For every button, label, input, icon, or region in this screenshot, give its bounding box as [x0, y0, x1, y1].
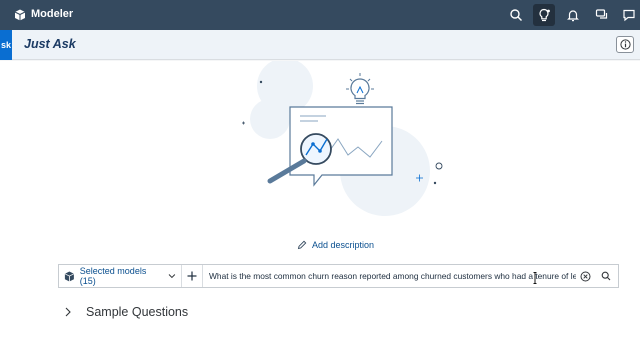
add-description-label: Add description	[312, 240, 375, 250]
clear-icon	[580, 271, 590, 281]
clear-button[interactable]	[576, 265, 594, 287]
just-ask-button[interactable]	[533, 4, 555, 26]
page-title: Just Ask	[24, 37, 76, 51]
chevron-right-icon	[65, 307, 71, 317]
analytics-illustration	[242, 61, 443, 216]
pencil-icon	[297, 240, 307, 250]
model-selector-label: Selected models (15)	[79, 266, 147, 286]
submit-search-button[interactable]	[594, 265, 618, 287]
plus-icon	[187, 271, 197, 281]
feedback-icon	[623, 9, 635, 22]
chat-button[interactable]	[591, 4, 613, 26]
model-selector[interactable]: Selected models (15)	[59, 265, 182, 287]
main-content: Add description Selected models (15) Wha…	[0, 61, 640, 360]
add-description-link[interactable]: Add description	[297, 240, 374, 250]
chat-icon	[595, 9, 608, 19]
text-cursor-icon	[533, 272, 537, 284]
app-shell: Modeler sk Just Ask Add description Sele…	[0, 0, 640, 360]
cube-icon	[64, 271, 75, 281]
side-panel-tab[interactable]: sk	[0, 30, 12, 60]
sample-questions-label: Sample Questions	[86, 305, 189, 319]
info-icon	[619, 39, 631, 50]
bell-icon	[567, 10, 579, 22]
info-button[interactable]	[616, 36, 634, 53]
cube-logo-icon	[14, 9, 26, 21]
add-model-button[interactable]	[182, 265, 203, 287]
notifications-button[interactable]	[562, 4, 584, 26]
search-button[interactable]	[505, 4, 527, 26]
question-input[interactable]: What is the most common churn reason rep…	[203, 265, 576, 287]
chevron-down-icon	[168, 274, 176, 279]
app-title: Modeler	[31, 8, 74, 20]
page-header: sk Just Ask	[0, 30, 640, 60]
shell-bar: Modeler	[0, 0, 640, 30]
feedback-button[interactable]	[618, 4, 640, 26]
search-icon	[510, 9, 522, 21]
bulb-icon	[539, 8, 550, 22]
search-icon	[601, 271, 611, 281]
sample-questions-toggle[interactable]: Sample Questions	[64, 305, 188, 319]
